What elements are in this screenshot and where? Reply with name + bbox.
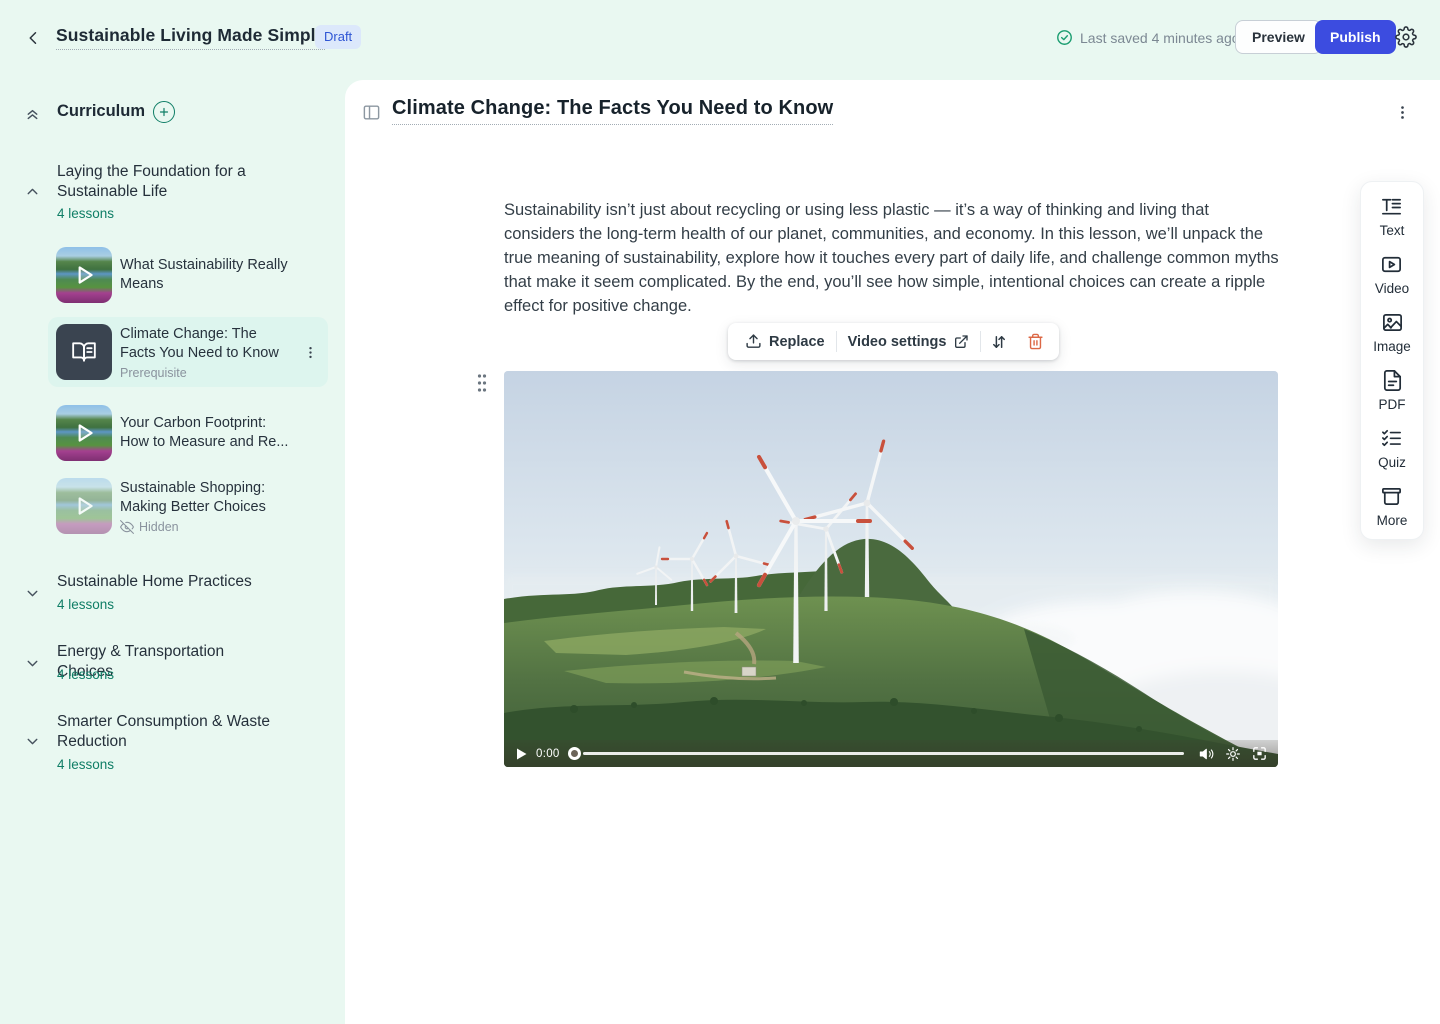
quiz-icon [1380,427,1403,450]
last-saved-text: Last saved 4 minutes ago [1080,30,1240,46]
video-player[interactable]: 0:00 [504,371,1278,767]
curriculum-sidebar: Curriculum Laying the Foundation for a S… [0,80,345,1024]
swap-vertical-icon [990,333,1008,351]
video-settings-gear-button[interactable] [1224,745,1242,763]
kebab-icon [1394,104,1418,121]
tool-label: Quiz [1378,455,1406,470]
preview-button[interactable]: Preview [1235,20,1322,54]
lesson-video-thumbnail [56,478,112,534]
lesson-body-text[interactable]: Sustainability isn’t just about recyclin… [504,198,1280,318]
tool-label: Video [1375,281,1409,296]
chevron-down-icon[interactable] [24,585,41,602]
lesson-item[interactable]: Your Carbon Footprint: How to Measure an… [48,397,328,469]
replace-button[interactable]: Replace [734,323,836,360]
trash-icon [1027,333,1044,350]
section-lesson-count: 4 lessons [57,757,114,772]
play-icon [56,478,112,534]
section-lesson-count: 4 lessons [57,206,114,221]
eye-off-icon [120,520,134,534]
toggle-sidebar-button[interactable] [362,102,382,122]
settings-button[interactable] [1395,25,1419,49]
drag-handle-icon[interactable] [475,372,489,394]
check-circle-icon [1056,29,1073,46]
lesson-options-button[interactable] [1394,100,1418,124]
section-lesson-count: 4 lessons [57,667,114,682]
tool-label: Text [1380,223,1405,238]
pdf-icon [1381,369,1404,392]
chevron-left-icon [25,29,43,47]
lesson-reading-tile [56,324,112,380]
lesson-video-thumbnail [56,405,112,461]
lesson-title: Sustainable Shopping: Making Better Choi… [120,479,298,517]
lesson-menu-button[interactable] [300,342,320,362]
tool-video-button[interactable]: Video [1375,253,1409,296]
replace-label: Replace [769,334,825,350]
text-icon [1380,195,1403,218]
back-button[interactable] [22,26,46,50]
lesson-video-thumbnail [56,247,112,303]
collapse-all-icon[interactable] [24,105,41,122]
delete-block-button[interactable] [1017,323,1053,360]
video-frame-wind-turbines [504,371,1278,767]
add-section-button[interactable] [153,101,175,123]
lesson-page-title[interactable]: Climate Change: The Facts You Need to Kn… [392,97,833,125]
seek-track[interactable] [583,752,1184,755]
upload-icon [745,333,762,350]
play-button[interactable] [514,747,528,761]
chevron-down-icon[interactable] [24,655,41,672]
lesson-title: What Sustainability Really Means [120,256,298,294]
content-tools-panel: Text Video Image PDF Quiz More [1360,181,1424,540]
video-settings-button[interactable]: Video settings [837,323,981,360]
lesson-item-selected[interactable]: Climate Change: The Facts You Need to Kn… [48,317,328,387]
tool-label: Image [1373,339,1411,354]
section-title[interactable]: Sustainable Home Practices [57,572,275,592]
tool-pdf-button[interactable]: PDF [1379,369,1406,412]
play-icon [56,247,112,303]
chevron-down-icon[interactable] [24,733,41,750]
lesson-hidden-label: Hidden [139,520,179,534]
lesson-item-hidden[interactable]: Sustainable Shopping: Making Better Choi… [48,474,328,538]
tool-quiz-button[interactable]: Quiz [1378,427,1406,470]
section-lesson-count: 4 lessons [57,597,114,612]
section-title[interactable]: Smarter Consumption & Waste Reduction [57,712,275,752]
book-open-icon [71,339,97,365]
tool-label: More [1377,513,1408,528]
lesson-title: Your Carbon Footprint: How to Measure an… [120,414,298,452]
video-timestamp: 0:00 [536,748,560,760]
fullscreen-button[interactable] [1250,745,1268,763]
publish-button[interactable]: Publish [1315,20,1396,54]
lesson-title: Climate Change: The Facts You Need to Kn… [120,325,292,363]
chevron-up-icon[interactable] [24,183,41,200]
tool-text-button[interactable]: Text [1380,195,1405,238]
volume-button[interactable] [1198,745,1216,763]
video-icon [1380,253,1403,276]
tool-label: PDF [1379,397,1406,412]
course-title[interactable]: Sustainable Living Made Simple [56,25,325,50]
video-settings-label: Video settings [848,334,947,350]
gear-icon [1395,26,1419,48]
seek-knob[interactable] [568,747,581,760]
status-badge: Draft [315,25,361,49]
tool-image-button[interactable]: Image [1373,311,1411,354]
app-header: Sustainable Living Made Simple Draft Las… [0,0,1440,80]
video-controls-bar: 0:00 [504,740,1278,767]
lesson-editor-panel: Climate Change: The Facts You Need to Kn… [345,80,1440,1024]
panel-toggle-icon [362,103,382,122]
play-icon [56,405,112,461]
more-icon [1380,485,1403,508]
curriculum-title: Curriculum [57,102,145,121]
external-link-icon [953,334,969,350]
last-saved-status: Last saved 4 minutes ago [1056,29,1240,46]
video-block-toolbar: Replace Video settings [728,323,1059,360]
tool-more-button[interactable]: More [1377,485,1408,528]
lesson-item[interactable]: What Sustainability Really Means [48,243,328,307]
lesson-badge: Prerequisite [120,366,292,380]
plus-icon [158,106,170,118]
kebab-icon [303,345,318,360]
image-icon [1381,311,1404,334]
section-title[interactable]: Laying the Foundation for a Sustainable … [57,162,275,202]
reorder-block-button[interactable] [981,323,1017,360]
